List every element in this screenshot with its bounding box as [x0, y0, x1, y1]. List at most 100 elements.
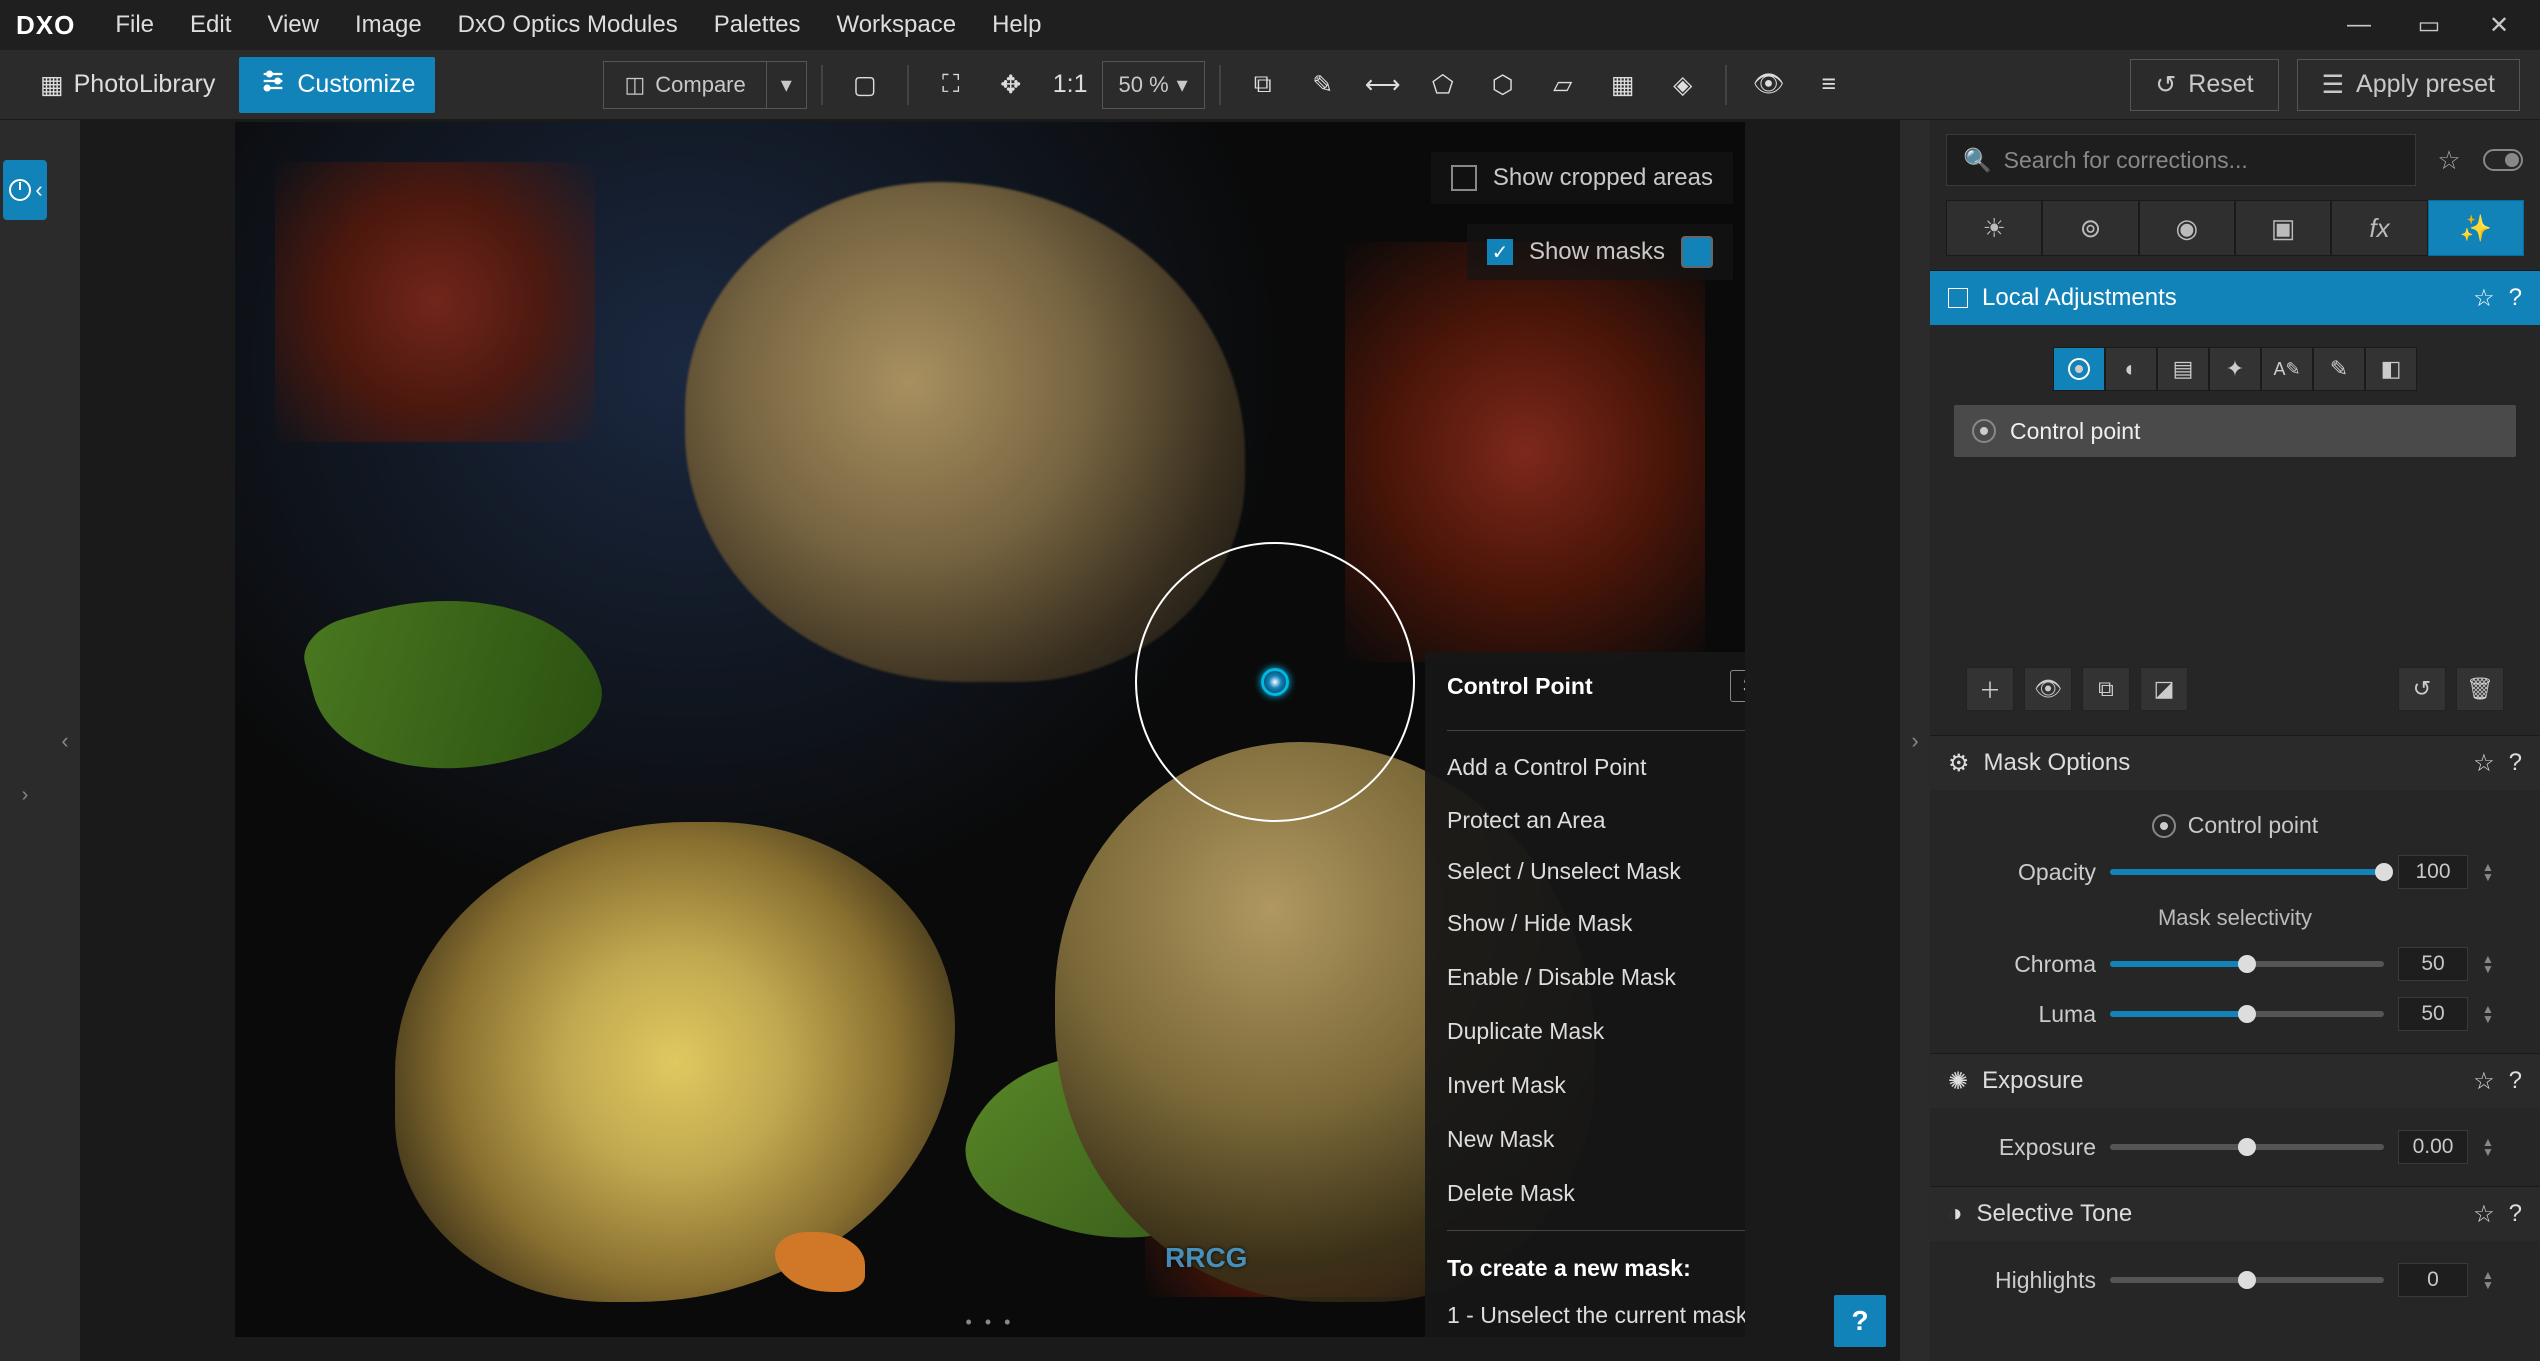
active-only-toggle[interactable]	[2482, 139, 2524, 181]
spinner[interactable]: ▲▼	[2482, 1137, 2504, 1157]
one-to-one-button[interactable]: 1:1	[1043, 57, 1098, 113]
apply-preset-button[interactable]: ☰ Apply preset	[2297, 59, 2520, 111]
star-icon[interactable]: ☆	[2473, 284, 2495, 313]
compare-dropdown[interactable]: ▾	[766, 62, 806, 108]
menu-help[interactable]: Help	[976, 3, 1057, 47]
fit-button[interactable]: ⛶	[923, 57, 979, 113]
popup-row-showhide[interactable]: Show / Hide Mask M	[1425, 896, 1745, 950]
maximize-button[interactable]: ▭	[2414, 11, 2444, 40]
next-image-button[interactable]: ›	[1900, 120, 1930, 1361]
slider-value[interactable]: 0.00	[2398, 1130, 2468, 1164]
left-expand-arrow[interactable]: ›	[22, 784, 29, 807]
close-button[interactable]: ✕	[2484, 11, 2514, 40]
slider-value[interactable]: 50	[2398, 947, 2468, 981]
local-adjustments-header[interactable]: Local Adjustments ☆ ?	[1930, 271, 2540, 325]
prev-image-button[interactable]: ‹	[50, 120, 80, 1361]
popup-row-select[interactable]: Select / Unselect Mask ↻	[1425, 847, 1745, 896]
perspective-tool-3[interactable]: ▱	[1535, 57, 1591, 113]
duplicate-mask-button[interactable]: ⧉	[2082, 667, 2130, 711]
reset-button[interactable]: ↺ Reset	[2130, 59, 2278, 111]
star-icon[interactable]: ☆	[2473, 1067, 2495, 1096]
star-icon[interactable]: ☆	[2473, 749, 2495, 778]
help-icon[interactable]: ?	[2509, 749, 2522, 777]
opacity-slider[interactable]	[2110, 869, 2384, 875]
perspective-tool-1[interactable]: ⬠	[1415, 57, 1471, 113]
la-tool-autoa[interactable]: A✎	[2261, 347, 2313, 391]
popup-row-add[interactable]: Add a Control Point	[1425, 741, 1745, 793]
la-tool-autobrush[interactable]: ✦	[2209, 347, 2261, 391]
image-canvas[interactable]: RRCG Show cropped areas ✓ Show masks Con…	[235, 122, 1745, 1337]
highlights-slider[interactable]	[2110, 1277, 2384, 1283]
la-tool-eraser[interactable]: ◧	[2365, 347, 2417, 391]
cat-fx[interactable]: fx	[2331, 200, 2427, 256]
search-input[interactable]: 🔍 Search for corrections...	[1946, 134, 2416, 186]
popup-row-delete[interactable]: Delete Mask Del	[1425, 1166, 1745, 1220]
menu-file[interactable]: File	[99, 3, 170, 47]
help-icon[interactable]: ?	[2509, 1200, 2522, 1228]
cat-geometry[interactable]: ▣	[2235, 200, 2331, 256]
horizon-tool[interactable]: ⟷	[1355, 57, 1411, 113]
single-view-button[interactable]: ▢	[837, 57, 893, 113]
preview-toggle[interactable]: 👁	[1741, 57, 1797, 113]
cat-detail[interactable]: ◉	[2139, 200, 2235, 256]
grid-tool[interactable]: ▦	[1595, 57, 1651, 113]
menu-workspace[interactable]: Workspace	[820, 3, 972, 47]
compare-button[interactable]: ◫ Compare ▾	[603, 61, 806, 109]
menu-view[interactable]: View	[251, 3, 335, 47]
reset-mask-button[interactable]: ↺	[2398, 667, 2446, 711]
spinner[interactable]: ▲▼	[2482, 1004, 2504, 1024]
popup-row-invert[interactable]: Invert Mask Shift + I	[1425, 1058, 1745, 1112]
slider-value[interactable]: 0	[2398, 1263, 2468, 1297]
zoom-dropdown[interactable]: 50 % ▾	[1102, 61, 1205, 109]
exposure-header[interactable]: ✺ Exposure ☆ ?	[1930, 1054, 2540, 1108]
luma-slider[interactable]	[2110, 1011, 2384, 1017]
slider-value[interactable]: 100	[2398, 855, 2468, 889]
help-button[interactable]: ?	[1834, 1295, 1886, 1347]
menu-optics[interactable]: DxO Optics Modules	[442, 3, 694, 47]
histogram-toggle[interactable]: ≡	[1801, 57, 1857, 113]
crop-tool[interactable]: ⧉	[1235, 57, 1291, 113]
left-rail-toggle[interactable]: ‹	[3, 160, 47, 220]
delete-mask-button[interactable]: 🗑	[2456, 667, 2504, 711]
eyedropper-tool[interactable]: ✎	[1295, 57, 1351, 113]
slider-value[interactable]: 50	[2398, 997, 2468, 1031]
invert-mask-button[interactable]: ◪	[2140, 667, 2188, 711]
exposure-slider[interactable]	[2110, 1144, 2384, 1150]
show-cropped-checkbox[interactable]	[1451, 165, 1477, 191]
popup-row-new[interactable]: New Mask Shift + N	[1425, 1112, 1745, 1166]
popup-row-protect[interactable]: Protect an Area Alt + Click	[1425, 793, 1745, 847]
spinner[interactable]: ▲▼	[2482, 954, 2504, 974]
menu-palettes[interactable]: Palettes	[698, 3, 817, 47]
customize-tab[interactable]: Customize	[239, 57, 435, 113]
perspective-tool-2[interactable]: ⬡	[1475, 57, 1531, 113]
control-point-center[interactable]	[1261, 668, 1289, 696]
show-masks-checkbox[interactable]: ✓	[1487, 239, 1513, 265]
favorite-button[interactable]: ☆	[2428, 139, 2470, 181]
filmstrip-handle[interactable]: • • •	[966, 1312, 1015, 1333]
menu-edit[interactable]: Edit	[174, 3, 247, 47]
la-tool-brush[interactable]: ✎	[2313, 347, 2365, 391]
cat-local[interactable]: ✨	[2428, 200, 2524, 256]
help-icon[interactable]: ?	[2509, 284, 2522, 312]
minimize-button[interactable]: —	[2344, 11, 2374, 40]
spinner[interactable]: ▲▼	[2482, 1270, 2504, 1290]
help-icon[interactable]: ?	[2509, 1067, 2522, 1095]
mask-item-controlpoint[interactable]: Control point	[1954, 405, 2516, 457]
la-tool-gradient[interactable]: ▤	[2157, 347, 2209, 391]
mask-color-swatch[interactable]	[1681, 236, 1713, 268]
hide-mask-button[interactable]: 👁	[2024, 667, 2072, 711]
la-tool-controlpoint[interactable]	[2053, 347, 2105, 391]
selective-tone-header[interactable]: ◑ Selective Tone ☆ ?	[1930, 1187, 2540, 1241]
popup-row-enable[interactable]: Enable / Disable Mask Shift + H	[1425, 950, 1745, 1004]
star-icon[interactable]: ☆	[2473, 1200, 2495, 1229]
chroma-slider[interactable]	[2110, 961, 2384, 967]
cat-color[interactable]: ⊚	[2042, 200, 2138, 256]
repair-tool[interactable]: ◈	[1655, 57, 1711, 113]
spinner[interactable]: ▲▼	[2482, 862, 2504, 882]
menu-image[interactable]: Image	[339, 3, 438, 47]
mask-options-header[interactable]: ⚙ Mask Options ☆ ?	[1930, 736, 2540, 790]
popup-row-duplicate[interactable]: Duplicate Mask Shift + D	[1425, 1004, 1745, 1058]
cat-light[interactable]: ☀	[1946, 200, 2042, 256]
photolibrary-tab[interactable]: ▦ PhotoLibrary	[20, 57, 235, 113]
la-tool-controlline[interactable]: ◐	[2105, 347, 2157, 391]
